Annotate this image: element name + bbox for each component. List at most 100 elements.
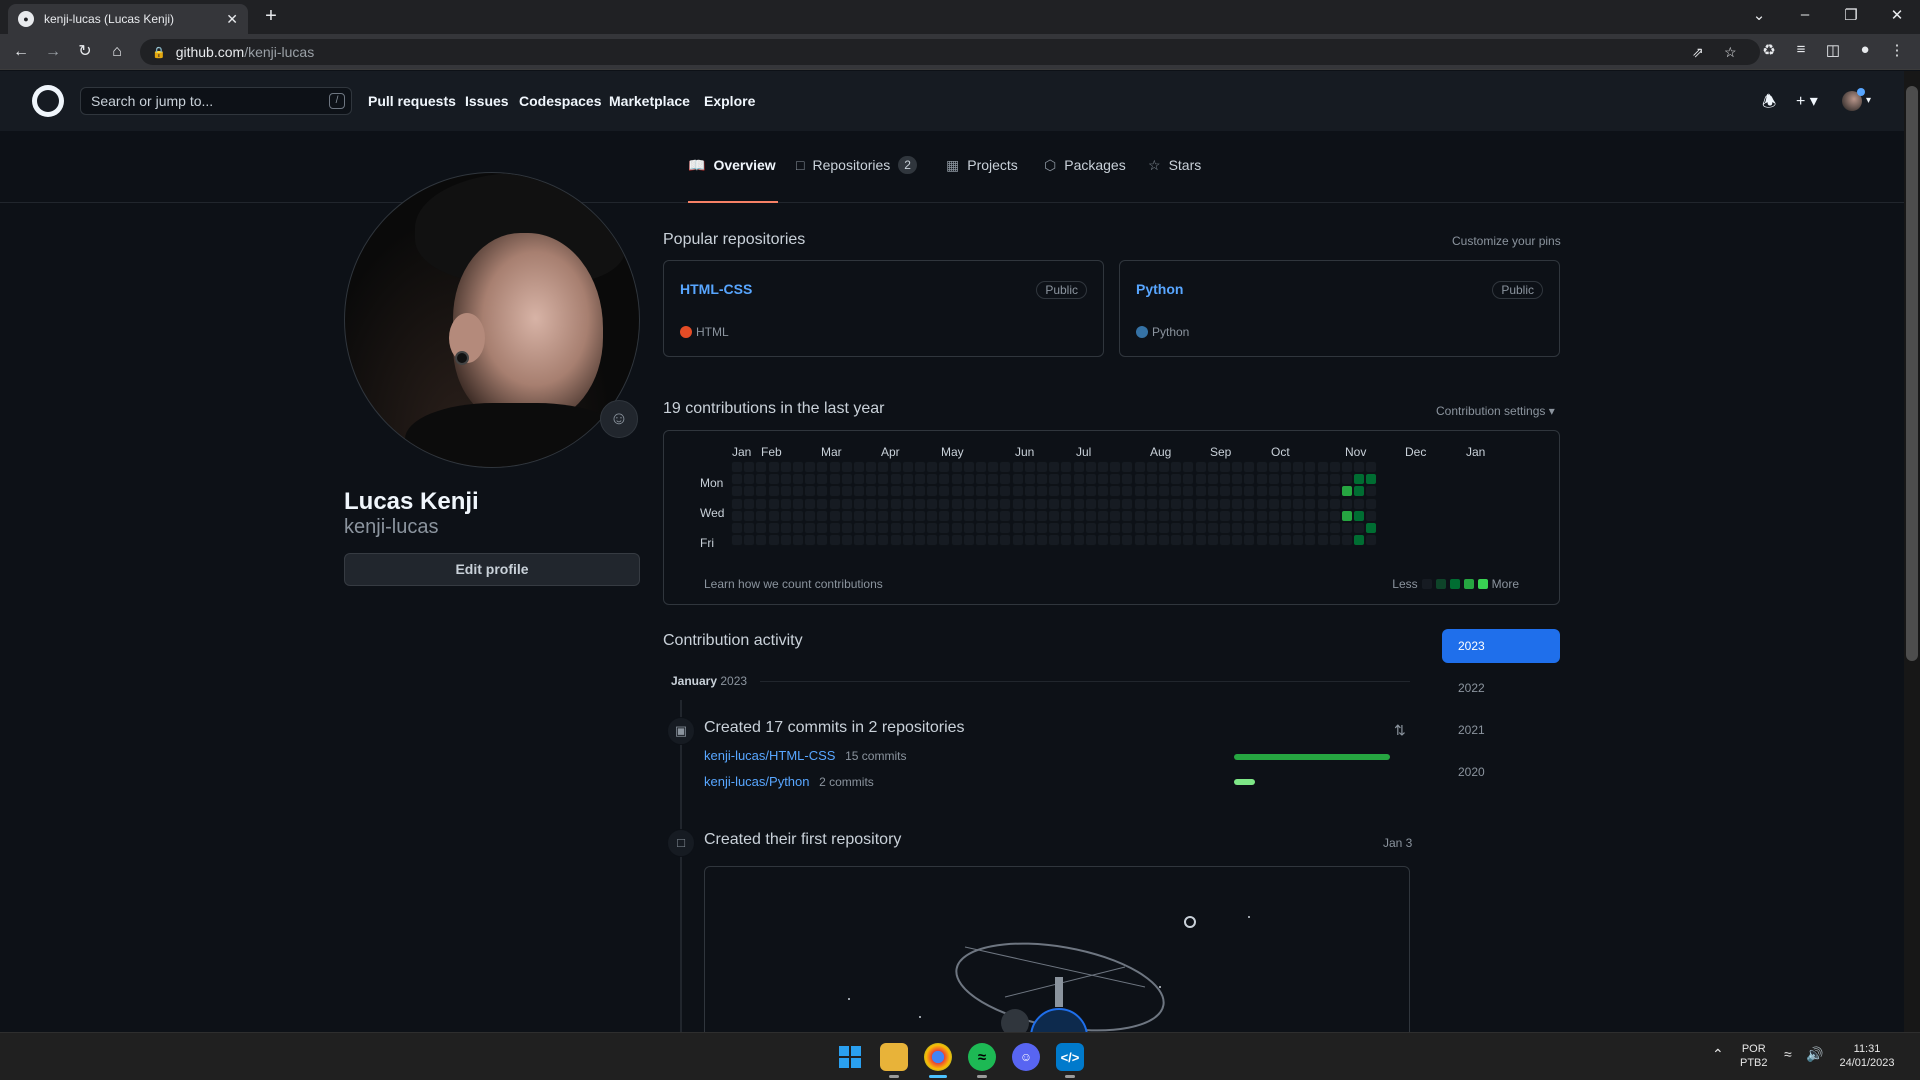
- contribution-cell[interactable]: [804, 534, 817, 547]
- year-2020-button[interactable]: 2020: [1442, 755, 1560, 789]
- contribution-cell[interactable]: [792, 522, 804, 534]
- contribution-cell[interactable]: [1316, 522, 1329, 534]
- contribution-cell[interactable]: [1231, 461, 1244, 473]
- contribution-cell[interactable]: [1023, 534, 1036, 547]
- contribution-cell[interactable]: [1011, 497, 1024, 510]
- contribution-cell[interactable]: [914, 534, 926, 547]
- contribution-cell[interactable]: [1353, 461, 1366, 473]
- contribution-cell[interactable]: [1292, 473, 1305, 486]
- contribution-cell[interactable]: [1023, 509, 1036, 522]
- contribution-cell[interactable]: [1194, 473, 1207, 486]
- contribution-cell[interactable]: [1341, 534, 1353, 547]
- contribution-cell[interactable]: [1109, 497, 1122, 510]
- discord-icon[interactable]: ☺: [1012, 1043, 1040, 1071]
- contribution-cell[interactable]: [1011, 485, 1024, 498]
- contribution-cell[interactable]: [840, 522, 853, 534]
- contribution-cell[interactable]: [779, 509, 792, 522]
- contribution-cell[interactable]: [1048, 461, 1061, 473]
- contribution-cell[interactable]: [779, 522, 792, 534]
- contribution-cell[interactable]: [1072, 473, 1085, 486]
- input-language[interactable]: POR PTB2: [1740, 1042, 1768, 1070]
- contribution-cell[interactable]: [828, 473, 841, 486]
- edit-profile-button[interactable]: Edit profile: [344, 553, 640, 586]
- back-icon[interactable]: ←: [10, 42, 32, 62]
- contribution-cell[interactable]: [767, 485, 780, 498]
- commit-repo-row[interactable]: kenji-lucas/HTML-CSS 15 commits: [704, 748, 906, 763]
- contribution-cell[interactable]: [1206, 485, 1219, 498]
- menu-icon[interactable]: ⋮: [1886, 41, 1908, 59]
- contribution-cell[interactable]: [1194, 522, 1207, 534]
- contribution-cell[interactable]: [975, 534, 987, 547]
- contribution-cell[interactable]: [877, 522, 890, 534]
- contribution-cell[interactable]: [1145, 534, 1158, 547]
- contribution-cell[interactable]: [1097, 497, 1109, 510]
- contribution-cell[interactable]: [1121, 497, 1134, 510]
- contribution-cell[interactable]: [853, 509, 865, 522]
- contribution-cell[interactable]: [1304, 509, 1317, 522]
- contribution-cell[interactable]: [1316, 509, 1329, 522]
- nav-codespaces[interactable]: Codespaces: [519, 93, 601, 109]
- contribution-cell[interactable]: [1121, 534, 1134, 547]
- contribution-cell[interactable]: [1060, 473, 1073, 486]
- contribution-cell[interactable]: [1219, 497, 1231, 510]
- contribution-cell[interactable]: [1182, 534, 1195, 547]
- contribution-cell[interactable]: [1341, 461, 1353, 473]
- contribution-cell[interactable]: [1048, 522, 1061, 534]
- contribution-cell[interactable]: [1243, 522, 1256, 534]
- show-hidden-icons-icon[interactable]: ⌃: [1712, 1047, 1724, 1061]
- contribution-cell[interactable]: [1084, 522, 1097, 534]
- contribution-cell[interactable]: [1316, 473, 1329, 486]
- contribution-cell[interactable]: [1182, 485, 1195, 498]
- contribution-cell[interactable]: [743, 473, 756, 486]
- contribution-cell[interactable]: [779, 485, 792, 498]
- contribution-cell[interactable]: [1036, 497, 1048, 510]
- contribution-cell[interactable]: [914, 473, 926, 486]
- contribution-cell[interactable]: [1023, 522, 1036, 534]
- contribution-cell[interactable]: [1048, 534, 1061, 547]
- contribution-cell[interactable]: [743, 461, 756, 473]
- contribution-cell[interactable]: [1194, 509, 1207, 522]
- contribution-cell[interactable]: [1353, 522, 1366, 534]
- close-tab-icon[interactable]: ✕: [226, 11, 238, 28]
- contribution-cell[interactable]: [1353, 509, 1366, 522]
- contribution-cell[interactable]: [1280, 522, 1292, 534]
- contribution-cell[interactable]: [901, 522, 914, 534]
- contribution-cell[interactable]: [889, 473, 902, 486]
- contribution-cell[interactable]: [1060, 509, 1073, 522]
- contribution-cell[interactable]: [975, 473, 987, 486]
- contribution-cell[interactable]: [865, 497, 878, 510]
- tab-overview[interactable]: 📖 Overview: [688, 157, 778, 203]
- chevron-down-icon[interactable]: ▾: [1866, 95, 1871, 106]
- contribution-cell[interactable]: [1304, 534, 1317, 547]
- contribution-cell[interactable]: [1145, 497, 1158, 510]
- contribution-cell[interactable]: [755, 485, 768, 498]
- contribution-cell[interactable]: [1280, 509, 1292, 522]
- contribution-cell[interactable]: [816, 461, 829, 473]
- contribution-cell[interactable]: [1280, 497, 1292, 510]
- contribution-cell[interactable]: [1023, 497, 1036, 510]
- contribution-cell[interactable]: [1365, 473, 1378, 486]
- contribution-cell[interactable]: [792, 473, 804, 486]
- contribution-cell[interactable]: [1182, 461, 1195, 473]
- contribution-cell[interactable]: [743, 522, 756, 534]
- repo-name-link[interactable]: HTML-CSS: [680, 281, 752, 297]
- contribution-cell[interactable]: [962, 473, 975, 486]
- contribution-cell[interactable]: [1304, 461, 1317, 473]
- contribution-cell[interactable]: [1036, 461, 1048, 473]
- contribution-cell[interactable]: [914, 461, 926, 473]
- contribution-cell[interactable]: [755, 461, 768, 473]
- contribution-cell[interactable]: [926, 461, 939, 473]
- contribution-cell[interactable]: [804, 497, 817, 510]
- contribution-cell[interactable]: [1255, 509, 1268, 522]
- contribution-cell[interactable]: [1280, 461, 1292, 473]
- contribution-cell[interactable]: [865, 473, 878, 486]
- contribution-cell[interactable]: [1036, 509, 1048, 522]
- contribution-cell[interactable]: [914, 522, 926, 534]
- contribution-cell[interactable]: [816, 509, 829, 522]
- windows-start-icon[interactable]: [836, 1043, 864, 1071]
- contribution-cell[interactable]: [1133, 461, 1146, 473]
- contribution-cell[interactable]: [767, 461, 780, 473]
- contribution-cell[interactable]: [1109, 485, 1122, 498]
- contribution-cell[interactable]: [1084, 509, 1097, 522]
- contribution-cell[interactable]: [1145, 522, 1158, 534]
